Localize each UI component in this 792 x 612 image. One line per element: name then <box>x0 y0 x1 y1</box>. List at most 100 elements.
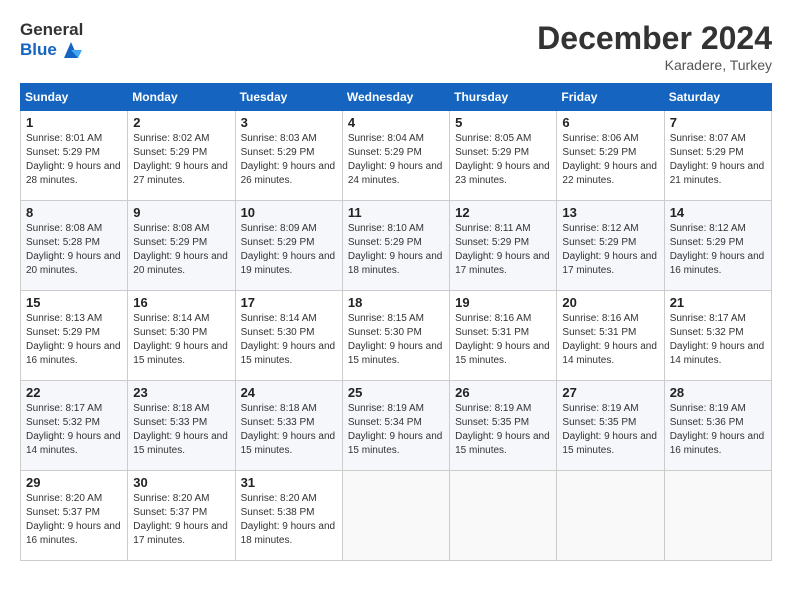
day-number: 9 <box>133 205 229 220</box>
sunset-time: 5:29 PM <box>385 237 422 248</box>
sunset-label: Sunset: <box>348 237 385 248</box>
sunrise-time: 8:19 AM <box>387 403 424 414</box>
sunset-label: Sunset: <box>562 147 599 158</box>
calendar-week-4: 22 Sunrise: 8:17 AM Sunset: 5:32 PM Dayl… <box>21 381 772 471</box>
sunset-time: 5:29 PM <box>63 327 100 338</box>
sunset-label: Sunset: <box>562 327 599 338</box>
location-subtitle: Karadere, Turkey <box>537 57 772 73</box>
daylight-label: Daylight: 9 hours and 28 minutes. <box>26 161 121 186</box>
sunset-time: 5:33 PM <box>170 417 207 428</box>
logo: General Blue <box>20 20 83 60</box>
sunset-label: Sunset: <box>133 327 170 338</box>
calendar-week-3: 15 Sunrise: 8:13 AM Sunset: 5:29 PM Dayl… <box>21 291 772 381</box>
sunset-label: Sunset: <box>26 237 63 248</box>
day-info: Sunrise: 8:06 AM Sunset: 5:29 PM Dayligh… <box>562 132 658 188</box>
sunset-time: 5:29 PM <box>492 147 529 158</box>
day-number: 5 <box>455 115 551 130</box>
daylight-label: Daylight: 9 hours and 26 minutes. <box>241 161 336 186</box>
sunrise-label: Sunrise: <box>348 313 387 324</box>
sunset-label: Sunset: <box>26 417 63 428</box>
sunrise-label: Sunrise: <box>670 223 709 234</box>
sunset-label: Sunset: <box>133 417 170 428</box>
sunrise-time: 8:20 AM <box>65 493 102 504</box>
sunrise-time: 8:13 AM <box>65 313 102 324</box>
day-number: 30 <box>133 475 229 490</box>
sunset-label: Sunset: <box>670 417 707 428</box>
daylight-label: Daylight: 9 hours and 15 minutes. <box>348 341 443 366</box>
sunset-label: Sunset: <box>670 147 707 158</box>
sunset-time: 5:29 PM <box>170 237 207 248</box>
calendar-cell <box>664 471 771 561</box>
daylight-label: Daylight: 9 hours and 15 minutes. <box>241 431 336 456</box>
sunset-label: Sunset: <box>26 327 63 338</box>
logo-icon <box>60 40 82 60</box>
day-info: Sunrise: 8:10 AM Sunset: 5:29 PM Dayligh… <box>348 222 444 278</box>
day-info: Sunrise: 8:19 AM Sunset: 5:34 PM Dayligh… <box>348 402 444 458</box>
sunset-label: Sunset: <box>455 417 492 428</box>
day-number: 18 <box>348 295 444 310</box>
sunrise-label: Sunrise: <box>26 133 65 144</box>
calendar-cell: 7 Sunrise: 8:07 AM Sunset: 5:29 PM Dayli… <box>664 111 771 201</box>
sunset-time: 5:29 PM <box>706 147 743 158</box>
calendar-week-1: 1 Sunrise: 8:01 AM Sunset: 5:29 PM Dayli… <box>21 111 772 201</box>
day-info: Sunrise: 8:08 AM Sunset: 5:29 PM Dayligh… <box>133 222 229 278</box>
sunrise-label: Sunrise: <box>133 493 172 504</box>
day-number: 12 <box>455 205 551 220</box>
calendar-cell: 31 Sunrise: 8:20 AM Sunset: 5:38 PM Dayl… <box>235 471 342 561</box>
sunset-label: Sunset: <box>241 507 278 518</box>
sunrise-time: 8:20 AM <box>280 493 317 504</box>
sunrise-label: Sunrise: <box>562 313 601 324</box>
sunrise-time: 8:15 AM <box>387 313 424 324</box>
daylight-label: Daylight: 9 hours and 17 minutes. <box>455 251 550 276</box>
calendar-cell: 21 Sunrise: 8:17 AM Sunset: 5:32 PM Dayl… <box>664 291 771 381</box>
sunrise-label: Sunrise: <box>26 313 65 324</box>
day-info: Sunrise: 8:01 AM Sunset: 5:29 PM Dayligh… <box>26 132 122 188</box>
sunset-time: 5:33 PM <box>277 417 314 428</box>
calendar-cell: 17 Sunrise: 8:14 AM Sunset: 5:30 PM Dayl… <box>235 291 342 381</box>
daylight-label: Daylight: 9 hours and 20 minutes. <box>26 251 121 276</box>
day-info: Sunrise: 8:18 AM Sunset: 5:33 PM Dayligh… <box>133 402 229 458</box>
sunrise-label: Sunrise: <box>26 493 65 504</box>
sunset-time: 5:28 PM <box>63 237 100 248</box>
day-info: Sunrise: 8:12 AM Sunset: 5:29 PM Dayligh… <box>670 222 766 278</box>
calendar-cell: 22 Sunrise: 8:17 AM Sunset: 5:32 PM Dayl… <box>21 381 128 471</box>
sunset-label: Sunset: <box>241 417 278 428</box>
calendar-cell: 29 Sunrise: 8:20 AM Sunset: 5:37 PM Dayl… <box>21 471 128 561</box>
day-number: 7 <box>670 115 766 130</box>
weekday-header-saturday: Saturday <box>664 84 771 111</box>
day-info: Sunrise: 8:17 AM Sunset: 5:32 PM Dayligh… <box>670 312 766 368</box>
calendar-cell: 30 Sunrise: 8:20 AM Sunset: 5:37 PM Dayl… <box>128 471 235 561</box>
daylight-label: Daylight: 9 hours and 24 minutes. <box>348 161 443 186</box>
daylight-label: Daylight: 9 hours and 16 minutes. <box>670 431 765 456</box>
sunset-time: 5:32 PM <box>706 327 743 338</box>
calendar-cell: 24 Sunrise: 8:18 AM Sunset: 5:33 PM Dayl… <box>235 381 342 471</box>
sunrise-time: 8:10 AM <box>387 223 424 234</box>
calendar-cell: 2 Sunrise: 8:02 AM Sunset: 5:29 PM Dayli… <box>128 111 235 201</box>
day-info: Sunrise: 8:05 AM Sunset: 5:29 PM Dayligh… <box>455 132 551 188</box>
sunset-time: 5:32 PM <box>63 417 100 428</box>
calendar-cell: 25 Sunrise: 8:19 AM Sunset: 5:34 PM Dayl… <box>342 381 449 471</box>
day-number: 20 <box>562 295 658 310</box>
day-info: Sunrise: 8:20 AM Sunset: 5:37 PM Dayligh… <box>133 492 229 548</box>
sunrise-time: 8:18 AM <box>280 403 317 414</box>
sunrise-label: Sunrise: <box>348 133 387 144</box>
day-info: Sunrise: 8:13 AM Sunset: 5:29 PM Dayligh… <box>26 312 122 368</box>
sunset-time: 5:29 PM <box>385 147 422 158</box>
calendar-cell: 9 Sunrise: 8:08 AM Sunset: 5:29 PM Dayli… <box>128 201 235 291</box>
calendar-cell: 16 Sunrise: 8:14 AM Sunset: 5:30 PM Dayl… <box>128 291 235 381</box>
calendar-cell: 20 Sunrise: 8:16 AM Sunset: 5:31 PM Dayl… <box>557 291 664 381</box>
day-number: 14 <box>670 205 766 220</box>
day-info: Sunrise: 8:19 AM Sunset: 5:35 PM Dayligh… <box>562 402 658 458</box>
calendar-cell: 28 Sunrise: 8:19 AM Sunset: 5:36 PM Dayl… <box>664 381 771 471</box>
sunset-time: 5:36 PM <box>706 417 743 428</box>
day-info: Sunrise: 8:03 AM Sunset: 5:29 PM Dayligh… <box>241 132 337 188</box>
day-info: Sunrise: 8:16 AM Sunset: 5:31 PM Dayligh… <box>562 312 658 368</box>
sunrise-time: 8:14 AM <box>173 313 210 324</box>
calendar-cell <box>342 471 449 561</box>
calendar-header: SundayMondayTuesdayWednesdayThursdayFrid… <box>21 84 772 111</box>
sunrise-label: Sunrise: <box>241 223 280 234</box>
day-number: 6 <box>562 115 658 130</box>
sunrise-label: Sunrise: <box>670 313 709 324</box>
sunset-time: 5:29 PM <box>277 147 314 158</box>
sunrise-time: 8:04 AM <box>387 133 424 144</box>
